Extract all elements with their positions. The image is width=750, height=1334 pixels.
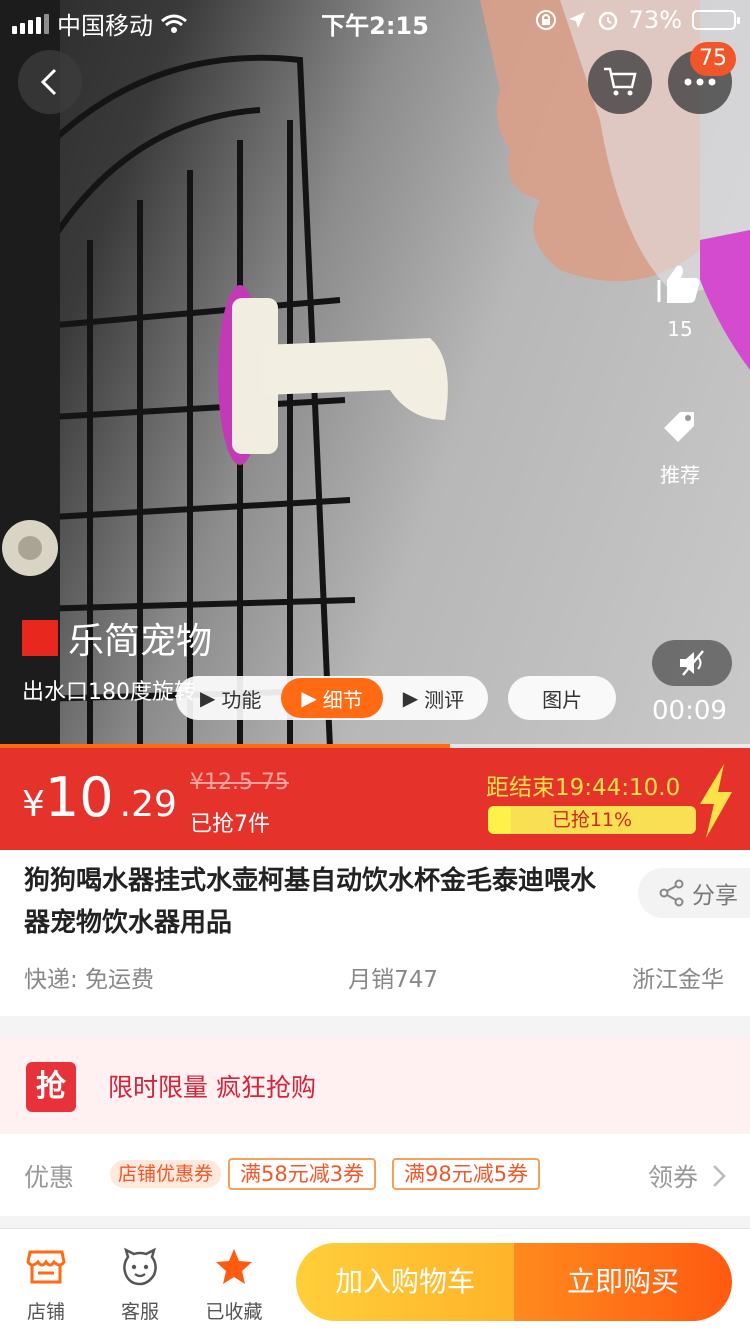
rotation-lock-icon <box>535 10 556 30</box>
cart-button[interactable] <box>588 50 652 114</box>
share-icon <box>659 879 684 907</box>
alarm-icon <box>598 11 617 31</box>
like-count: 15 <box>667 317 693 341</box>
sold-count: 已抢7件 <box>190 812 270 837</box>
brand-name: 乐简宠物 <box>68 621 213 662</box>
status-bar: 中国移动 下午2:15 73% <box>0 0 750 40</box>
flash-promo-row[interactable]: 抢 限时限量 疯狂抢购 <box>0 1038 750 1134</box>
share-button[interactable]: 分享 <box>638 868 750 918</box>
coupon-item[interactable]: 满58元减3券 <box>228 1158 377 1190</box>
service-face-icon <box>123 1247 157 1286</box>
get-coupon-label: 领券 <box>647 1163 698 1192</box>
share-label: 分享 <box>692 883 738 909</box>
price-currency: ¥ <box>22 784 45 825</box>
mute-button[interactable] <box>652 640 732 686</box>
lightning-icon <box>700 764 732 838</box>
grab-icon: 抢 <box>26 1062 76 1112</box>
back-button[interactable] <box>18 50 82 114</box>
muted-speaker-icon <box>680 650 704 676</box>
video-tabs: ▶ 功能 ▶ 细节 ▶ 测评 图片 <box>176 676 617 720</box>
coupon-label: 优惠 <box>24 1163 75 1192</box>
store-button[interactable]: 店铺 <box>6 1245 86 1324</box>
product-video[interactable]: 中国移动 下午2:15 73% 75 15 推荐 乐简宠物 出水口180度旋转 … <box>0 0 750 748</box>
grab-progress: 已抢11% <box>488 806 696 834</box>
tab-function[interactable]: ▶ 功能 <box>180 678 281 718</box>
play-icon: ▶ <box>402 686 419 710</box>
shipping-info: 快递: 免运费 <box>24 967 155 993</box>
tab-detail[interactable]: ▶ 细节 <box>281 678 383 718</box>
tab-images[interactable]: 图片 <box>508 676 617 720</box>
battery-icon <box>692 10 740 30</box>
chevron-right-icon <box>713 1165 726 1187</box>
store-icon <box>26 1250 66 1284</box>
add-to-cart-button[interactable]: 加入购物车 <box>296 1243 514 1321</box>
video-time: 00:09 <box>652 696 727 726</box>
play-icon: ▶ <box>301 686 317 710</box>
location-icon <box>568 12 585 28</box>
favorite-button[interactable]: 已收藏 <box>194 1245 274 1324</box>
product-title: 狗狗喝水器挂式水壶柯基自动饮水杯金毛泰迪喂水器宠物饮水器用品 <box>24 866 597 938</box>
coupon-item[interactable]: 满98元减5券 <box>392 1158 541 1190</box>
video-chapter-tabs: ▶ 功能 ▶ 细节 ▶ 测评 <box>176 676 489 720</box>
customer-service-button[interactable]: 客服 <box>100 1245 180 1324</box>
play-icon: ▶ <box>200 686 216 710</box>
chevron-left-icon <box>40 68 57 96</box>
brand-square-icon <box>22 620 58 656</box>
coupon-row[interactable]: 优惠 店铺优惠券 满58元减3券 满98元减5券 领券 <box>0 1134 750 1216</box>
store-label: 店铺 <box>26 1301 65 1323</box>
cart-count-badge: 75 <box>690 42 736 76</box>
cart-icon <box>604 67 637 96</box>
shop-coupon-tag: 店铺优惠券 <box>110 1160 222 1188</box>
favorite-label: 已收藏 <box>205 1301 263 1323</box>
star-icon <box>216 1249 252 1284</box>
product-info: 狗狗喝水器挂式水壶柯基自动饮水杯金毛泰迪喂水器宠物饮水器用品 分享 快递: 免运… <box>0 850 750 1016</box>
bottom-action-bar: 店铺 客服 已收藏 加入购物车 立即购买 <box>0 1228 750 1334</box>
original-price: ¥12.5-75 <box>190 770 289 795</box>
promo-text: 限时限量 疯狂抢购 <box>108 1073 316 1102</box>
grab-progress-label: 已抢11% <box>551 809 633 831</box>
service-label: 客服 <box>120 1301 159 1323</box>
price-decimal: .29 <box>119 784 177 825</box>
more-dots-icon <box>684 78 716 86</box>
thumbs-up-icon <box>657 265 700 303</box>
sale-countdown: 距结束19:44:10.0 <box>486 775 681 801</box>
like-button[interactable]: 15 <box>640 262 720 341</box>
ship-location: 浙江金华 <box>632 967 724 993</box>
recommend-label: 推荐 <box>660 463 700 487</box>
product-meta: 快递: 免运费 月销747 浙江金华 <box>24 960 724 994</box>
buy-now-button[interactable]: 立即购买 <box>514 1243 732 1321</box>
tab-review[interactable]: ▶ 测评 <box>383 678 484 718</box>
battery-percent: 73% <box>628 6 682 34</box>
recommend-button[interactable]: 推荐 <box>640 408 720 488</box>
tab-detail-label: 细节 <box>322 687 363 712</box>
get-coupon-button[interactable]: 领券 <box>648 1158 726 1194</box>
current-price: ¥ 10 .29 <box>22 766 177 829</box>
tab-function-label: 功能 <box>221 687 262 712</box>
monthly-sales: 月销747 <box>348 967 438 993</box>
tab-review-label: 测评 <box>424 687 465 712</box>
flash-sale-banner: ¥ 10 .29 ¥12.5-75 已抢7件 距结束19:44:10.0 已抢1… <box>0 748 750 850</box>
tag-icon <box>664 412 694 442</box>
price-integer: 10 <box>44 766 114 829</box>
